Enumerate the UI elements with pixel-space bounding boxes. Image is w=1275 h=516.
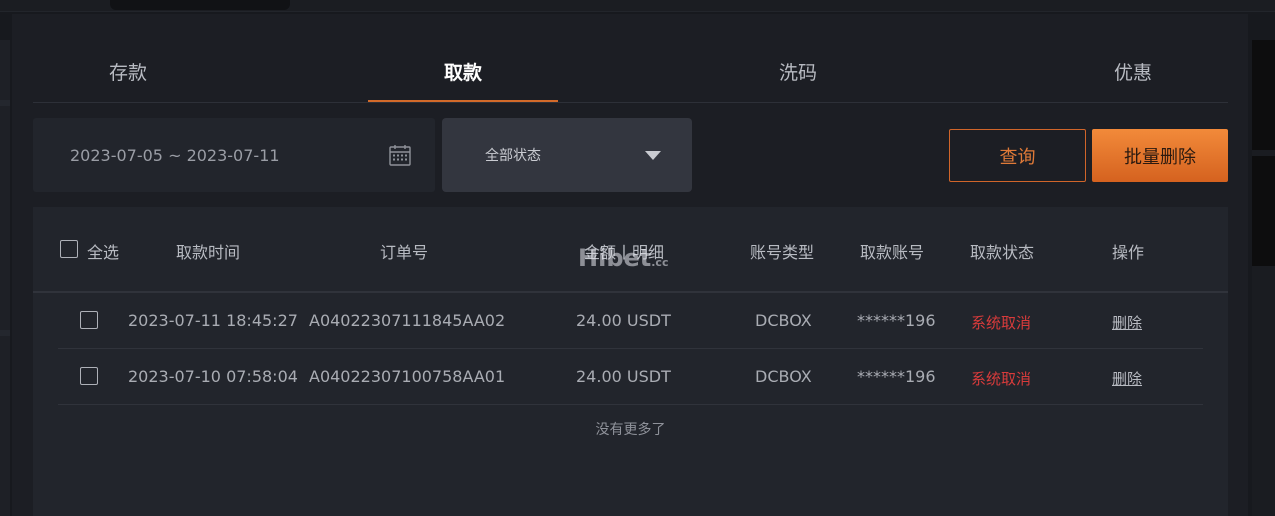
right-edge-thumbnail: [1252, 156, 1275, 266]
left-background-edge: [0, 40, 10, 516]
left-edge-divider: [0, 100, 10, 106]
record-tabs: 存款 取款 洗码 优惠: [33, 40, 1228, 103]
watermark: Hibet.cc: [578, 244, 668, 272]
no-more-records-text: 没有更多了: [595, 422, 666, 438]
header-account-type: 账号类型: [750, 243, 815, 262]
date-range-picker[interactable]: 2023-07-05 ~ 2023-07-11: [33, 118, 435, 192]
row-order-number: A04022307111845AA02: [309, 311, 506, 330]
row-time: 2023-07-10 07:58:04: [128, 367, 298, 386]
header-withdraw-account: 取款账号: [860, 243, 925, 262]
query-button[interactable]: 查询: [949, 129, 1086, 182]
watermark-suffix: .cc: [651, 256, 669, 269]
select-all-checkbox[interactable]: [60, 240, 78, 258]
row-divider: [58, 404, 1203, 405]
row-amount: 24.00 USDT: [576, 311, 671, 330]
tab-promotion[interactable]: 优惠: [1038, 40, 1228, 103]
row-checkbox[interactable]: [80, 367, 98, 385]
header-withdraw-status: 取款状态: [970, 243, 1035, 262]
chevron-down-icon[interactable]: [645, 151, 661, 160]
header-actions: 操作: [1112, 243, 1145, 262]
header-withdraw-time: 取款时间: [176, 243, 241, 262]
status-badge: 系统取消: [971, 370, 1032, 388]
row-time: 2023-07-11 18:45:27: [128, 311, 298, 330]
row-account: ******196: [857, 311, 936, 330]
top-header-strip: [0, 0, 1275, 12]
row-divider: [58, 348, 1203, 349]
row-amount: 24.00 USDT: [576, 367, 671, 386]
header-order-number: 订单号: [380, 243, 429, 262]
header-divider: [33, 291, 1228, 293]
tab-rebate[interactable]: 洗码: [703, 40, 893, 103]
row-account: ******196: [857, 367, 936, 386]
calendar-icon[interactable]: [388, 143, 412, 167]
delete-row-link[interactable]: 删除: [1112, 312, 1142, 334]
row-order-number: A04022307100758AA01: [309, 367, 506, 386]
select-all-label[interactable]: 全选: [87, 239, 119, 262]
right-background-edge: [1252, 40, 1275, 516]
row-account-type: DCBOX: [755, 367, 812, 386]
active-tab-indicator: [368, 100, 558, 102]
row-account-type: DCBOX: [755, 311, 812, 330]
delete-row-link[interactable]: 删除: [1112, 368, 1142, 390]
header-logo-area: [110, 0, 290, 10]
row-checkbox[interactable]: [80, 311, 98, 329]
left-edge-divider: [0, 330, 10, 336]
batch-delete-button[interactable]: 批量删除: [1092, 129, 1228, 182]
right-edge-thumbnail: [1252, 40, 1275, 150]
tab-deposit[interactable]: 存款: [33, 40, 223, 103]
tab-withdraw[interactable]: 取款: [368, 40, 558, 103]
status-badge: 系统取消: [971, 314, 1032, 332]
watermark-main: Hibet: [578, 244, 652, 272]
